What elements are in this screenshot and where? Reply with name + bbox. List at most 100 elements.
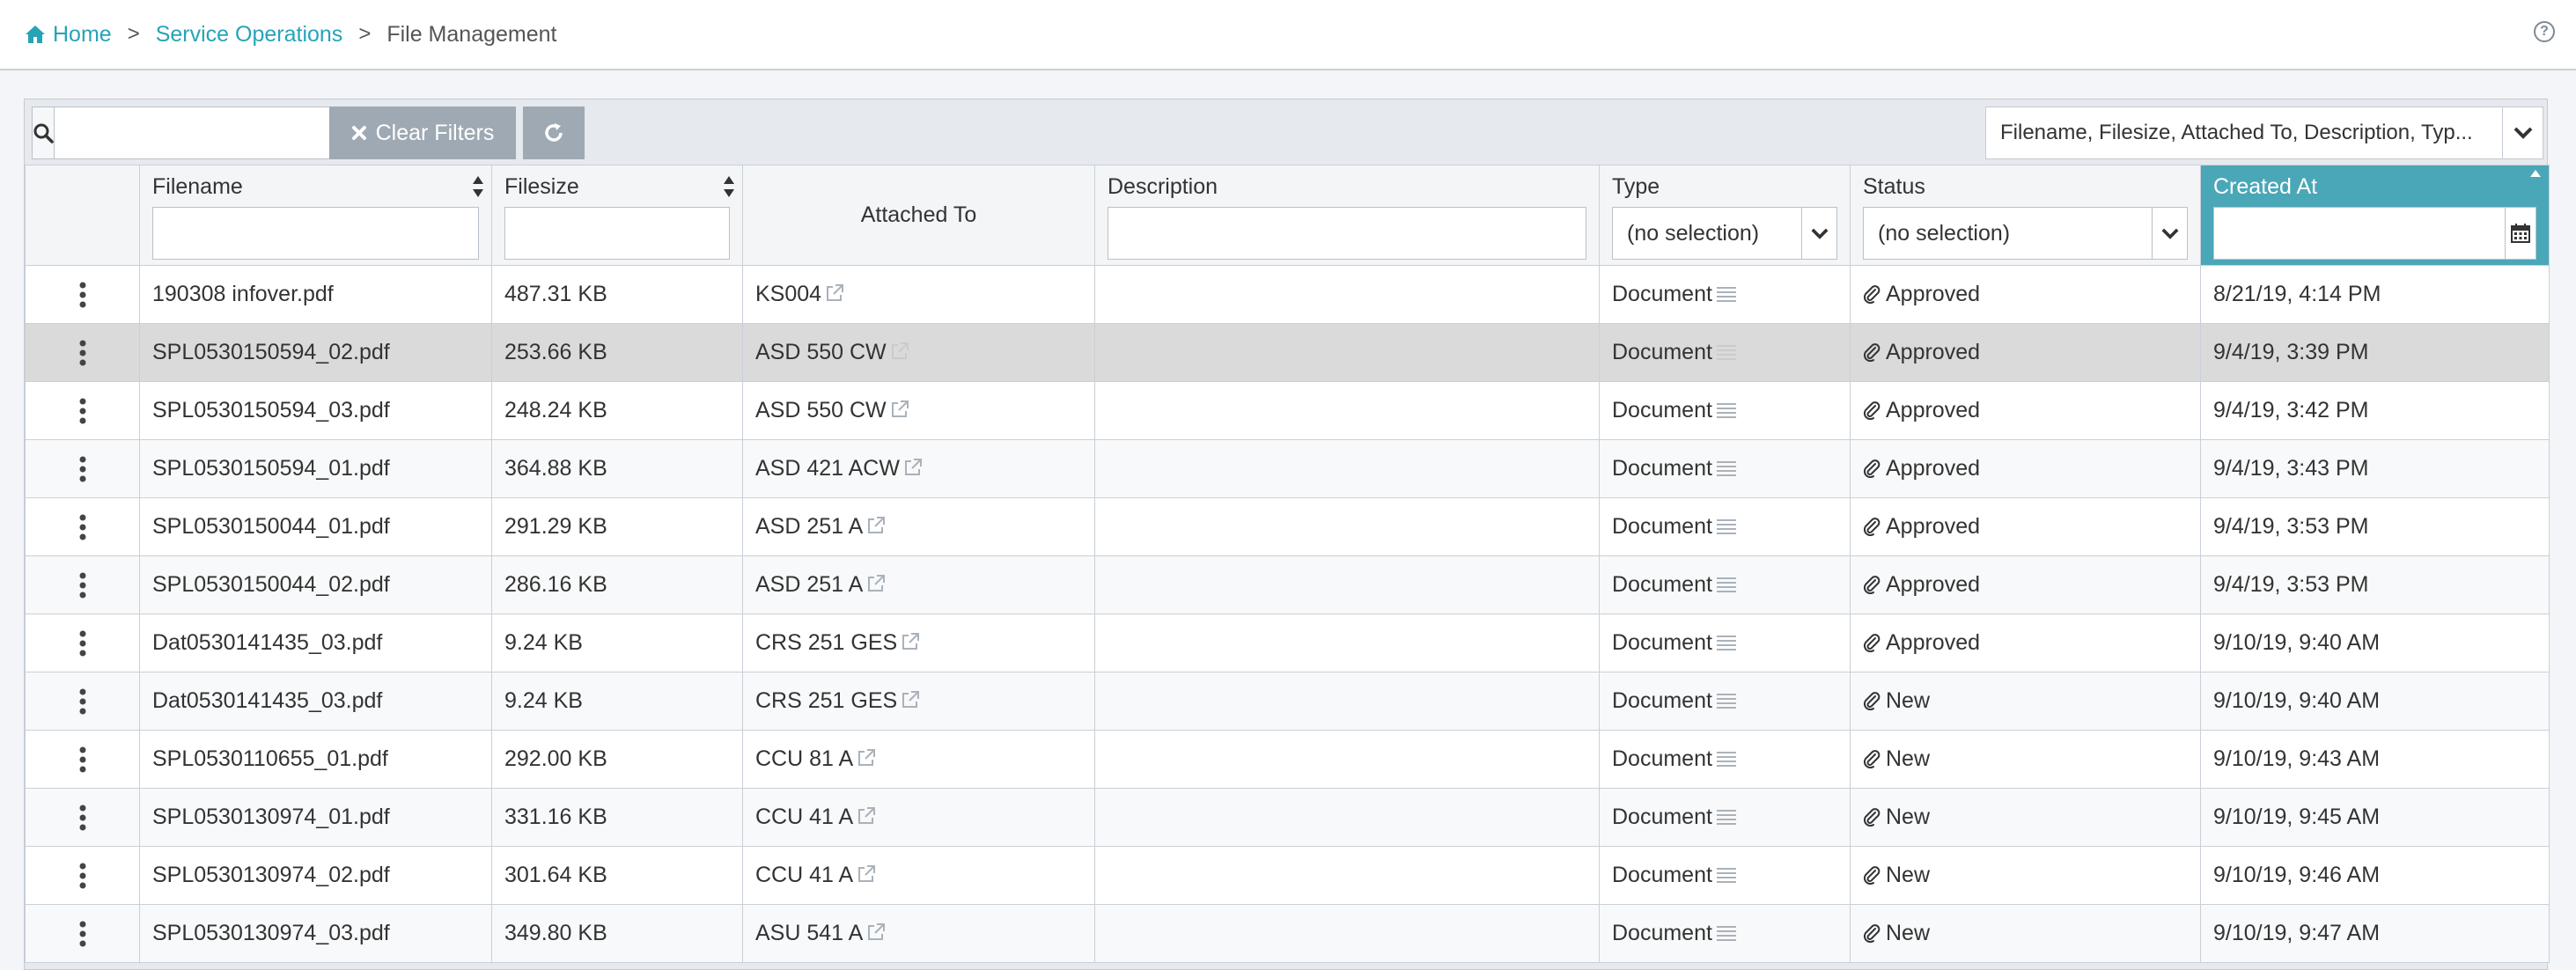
refresh-button[interactable]	[523, 107, 585, 159]
external-link-icon[interactable]	[857, 806, 876, 826]
attached-to-link[interactable]: ASD 421 ACW	[755, 456, 900, 481]
attached-to-link[interactable]: ASU 541 A	[755, 921, 863, 945]
chevron-down-icon[interactable]	[2502, 107, 2543, 158]
list-icon[interactable]	[1716, 807, 1737, 827]
sort-icon[interactable]	[723, 174, 735, 199]
created-at-filter[interactable]	[2213, 207, 2536, 260]
kebab-menu-icon[interactable]	[79, 921, 86, 947]
table-row[interactable]: SPL0530130974_03.pdf 349.80 KB ASU 541 A…	[25, 904, 2550, 963]
sort-ascending-icon[interactable]	[2529, 169, 2542, 178]
row-menu-cell[interactable]	[25, 730, 140, 789]
type-filter-select[interactable]: (no selection)	[1612, 207, 1837, 260]
breadcrumb-service-operations-link[interactable]: Service Operations	[156, 22, 343, 48]
attached-to-cell[interactable]: CRS 251 GES	[742, 614, 1095, 672]
attached-to-cell[interactable]: CRS 251 GES	[742, 672, 1095, 731]
list-icon[interactable]	[1716, 575, 1737, 594]
attached-to-link[interactable]: ASD 550 CW	[755, 340, 887, 364]
row-menu-cell[interactable]	[25, 788, 140, 847]
kebab-menu-icon[interactable]	[79, 863, 86, 889]
table-row[interactable]: SPL0530130974_01.pdf 331.16 KB CCU 41 A …	[25, 788, 2550, 847]
column-header-created-at[interactable]: Created At	[2200, 165, 2550, 266]
external-link-icon[interactable]	[857, 864, 876, 884]
row-menu-cell[interactable]	[25, 614, 140, 672]
table-row[interactable]: SPL0530150044_01.pdf 291.29 KB ASD 251 A…	[25, 497, 2550, 556]
row-menu-cell[interactable]	[25, 672, 140, 731]
attached-to-cell[interactable]: ASD 251 A	[742, 555, 1095, 614]
table-row[interactable]: SPL0530130974_02.pdf 301.64 KB CCU 41 A …	[25, 846, 2550, 905]
list-icon[interactable]	[1716, 459, 1737, 478]
attached-to-cell[interactable]: CCU 41 A	[742, 846, 1095, 905]
external-link-icon[interactable]	[901, 632, 920, 651]
external-link-icon[interactable]	[890, 400, 909, 419]
column-chooser-select[interactable]: Filename, Filesize, Attached To, Descrip…	[1985, 107, 2543, 159]
table-row[interactable]: SPL0530150594_02.pdf 253.66 KB ASD 550 C…	[25, 323, 2550, 382]
external-link-icon[interactable]	[890, 342, 909, 361]
kebab-menu-icon[interactable]	[79, 746, 86, 773]
column-header-filesize[interactable]: Filesize	[491, 165, 743, 266]
row-menu-cell[interactable]	[25, 846, 140, 905]
kebab-menu-icon[interactable]	[79, 514, 86, 540]
attached-to-cell[interactable]: KS004	[742, 265, 1095, 324]
list-icon[interactable]	[1716, 923, 1737, 943]
attached-to-cell[interactable]: ASD 421 ACW	[742, 439, 1095, 498]
row-menu-cell[interactable]	[25, 497, 140, 556]
table-row[interactable]: SPL0530150594_03.pdf 248.24 KB ASD 550 C…	[25, 381, 2550, 440]
help-icon[interactable]: ?	[2534, 21, 2555, 42]
column-header-type[interactable]: Type (no selection)	[1599, 165, 1851, 266]
table-row[interactable]: SPL0530150044_02.pdf 286.16 KB ASD 251 A…	[25, 555, 2550, 614]
list-icon[interactable]	[1716, 342, 1737, 362]
table-row[interactable]: SPL0530110655_01.pdf 292.00 KB CCU 81 A …	[25, 730, 2550, 789]
sort-icon[interactable]	[472, 174, 484, 199]
chevron-down-icon[interactable]	[1801, 208, 1836, 259]
status-filter-select[interactable]: (no selection)	[1863, 207, 2188, 260]
row-menu-cell[interactable]	[25, 904, 140, 963]
list-icon[interactable]	[1716, 865, 1737, 885]
kebab-menu-icon[interactable]	[79, 282, 86, 308]
row-menu-cell[interactable]	[25, 439, 140, 498]
attached-to-cell[interactable]: CCU 41 A	[742, 788, 1095, 847]
filename-filter-input[interactable]	[152, 207, 479, 260]
attached-to-link[interactable]: CCU 41 A	[755, 805, 853, 829]
created-at-filter-input[interactable]	[2214, 208, 2505, 259]
attached-to-link[interactable]: CRS 251 GES	[755, 630, 897, 655]
table-row[interactable]: Dat0530141435_03.pdf 9.24 KB CRS 251 GES…	[25, 672, 2550, 731]
attached-to-link[interactable]: CCU 41 A	[755, 863, 853, 887]
column-header-attached-to[interactable]: Attached To	[742, 165, 1095, 266]
external-link-icon[interactable]	[903, 458, 923, 477]
list-icon[interactable]	[1716, 633, 1737, 652]
list-icon[interactable]	[1716, 284, 1737, 304]
table-row[interactable]: 190308 infover.pdf 487.31 KB KS004 Docum…	[25, 265, 2550, 324]
kebab-menu-icon[interactable]	[79, 805, 86, 831]
attached-to-link[interactable]: ASD 251 A	[755, 572, 863, 597]
attached-to-link[interactable]: KS004	[755, 282, 821, 306]
attached-to-link[interactable]: CCU 81 A	[755, 746, 853, 771]
list-icon[interactable]	[1716, 691, 1737, 710]
breadcrumb-home-link[interactable]: Home	[25, 22, 112, 48]
external-link-icon[interactable]	[866, 574, 886, 593]
external-link-icon[interactable]	[825, 283, 844, 303]
column-header-status[interactable]: Status (no selection)	[1850, 165, 2201, 266]
calendar-icon[interactable]	[2505, 208, 2536, 259]
kebab-menu-icon[interactable]	[79, 456, 86, 482]
kebab-menu-icon[interactable]	[79, 572, 86, 599]
external-link-icon[interactable]	[866, 516, 886, 535]
column-header-filename[interactable]: Filename	[139, 165, 492, 266]
list-icon[interactable]	[1716, 749, 1737, 768]
kebab-menu-icon[interactable]	[79, 630, 86, 657]
list-icon[interactable]	[1716, 400, 1737, 420]
row-menu-cell[interactable]	[25, 323, 140, 382]
attached-to-link[interactable]: ASD 550 CW	[755, 398, 887, 423]
attached-to-cell[interactable]: ASD 550 CW	[742, 381, 1095, 440]
table-row[interactable]: Dat0530141435_03.pdf 9.24 KB CRS 251 GES…	[25, 614, 2550, 672]
attached-to-cell[interactable]: CCU 81 A	[742, 730, 1095, 789]
row-menu-cell[interactable]	[25, 555, 140, 614]
external-link-icon[interactable]	[901, 690, 920, 709]
kebab-menu-icon[interactable]	[79, 688, 86, 715]
external-link-icon[interactable]	[866, 922, 886, 942]
external-link-icon[interactable]	[857, 748, 876, 768]
attached-to-link[interactable]: ASD 251 A	[755, 514, 863, 539]
chevron-down-icon[interactable]	[2152, 208, 2187, 259]
attached-to-link[interactable]: CRS 251 GES	[755, 688, 897, 713]
row-menu-cell[interactable]	[25, 265, 140, 324]
table-row[interactable]: SPL0530150594_01.pdf 364.88 KB ASD 421 A…	[25, 439, 2550, 498]
